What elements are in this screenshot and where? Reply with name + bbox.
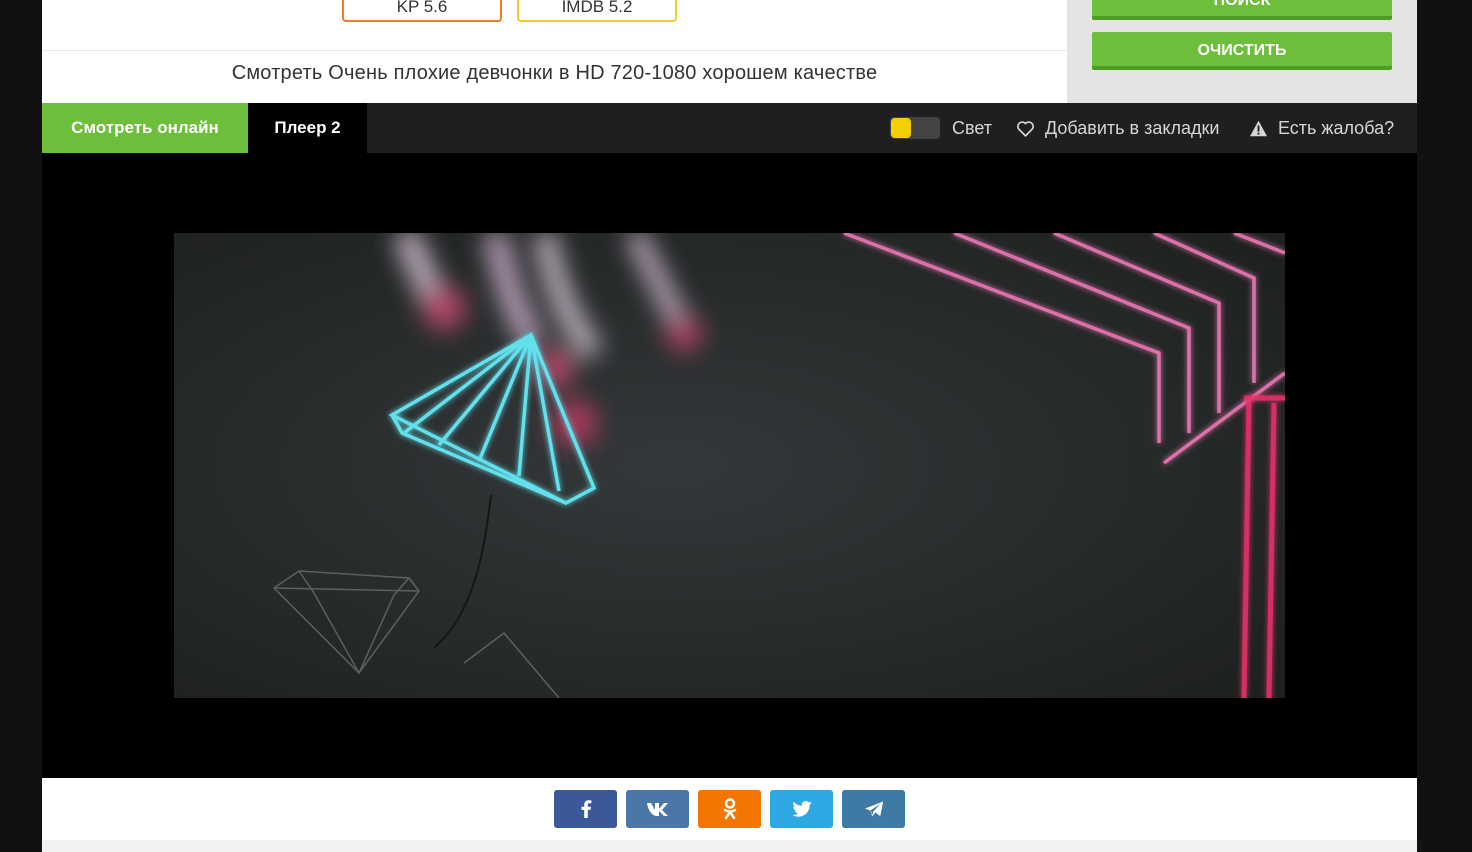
odnoklassniki-icon [723,798,736,820]
complaint-link[interactable]: Есть жалоба? [1249,103,1394,153]
tab-player-2[interactable]: Плеер 2 [248,103,367,153]
toggle-knob [891,118,911,138]
video-still-image [174,233,1285,698]
search-button[interactable]: ПОИСК [1092,0,1392,20]
share-vk-button[interactable] [626,790,689,828]
heart-icon [1017,121,1034,137]
light-label[interactable]: Свет [952,103,992,153]
facebook-icon [581,800,591,818]
warning-icon [1250,120,1267,137]
vk-icon [646,803,668,816]
divider [42,50,1067,51]
share-facebook-button[interactable] [554,790,617,828]
tab-watch-online[interactable]: Смотреть онлайн [42,103,248,153]
bottom-strip [42,840,1417,852]
twitter-icon [791,801,812,817]
light-toggle[interactable] [890,117,940,139]
kp-rating-badge: KP 5.6 [342,0,502,22]
add-bookmark-link[interactable]: Добавить в закладки [1016,103,1219,153]
player-tabs-bar: Смотреть онлайн Плеер 2 Свет Добавить в … [42,103,1417,153]
share-telegram-button[interactable] [842,790,905,828]
sidebar-filter: ПОИСК ОЧИСТИТЬ [1067,0,1417,103]
imdb-rating-badge: IMDB 5.2 [517,0,677,22]
share-odnoklassniki-button[interactable] [698,790,761,828]
movie-header: KP 5.6 IMDB 5.2 Смотреть Очень плохие де… [42,0,1067,103]
bookmark-label: Добавить в закладки [1045,118,1220,138]
complaint-label: Есть жалоба? [1278,118,1395,138]
video-frame[interactable] [174,233,1285,698]
clear-button[interactable]: ОЧИСТИТЬ [1092,32,1392,70]
telegram-icon [864,801,883,817]
page: KP 5.6 IMDB 5.2 Смотреть Очень плохие де… [42,0,1417,852]
watch-title: Смотреть Очень плохие девчонки в HD 720-… [231,62,878,84]
share-twitter-button[interactable] [770,790,833,828]
video-player[interactable] [42,153,1417,778]
share-buttons [42,778,1417,840]
